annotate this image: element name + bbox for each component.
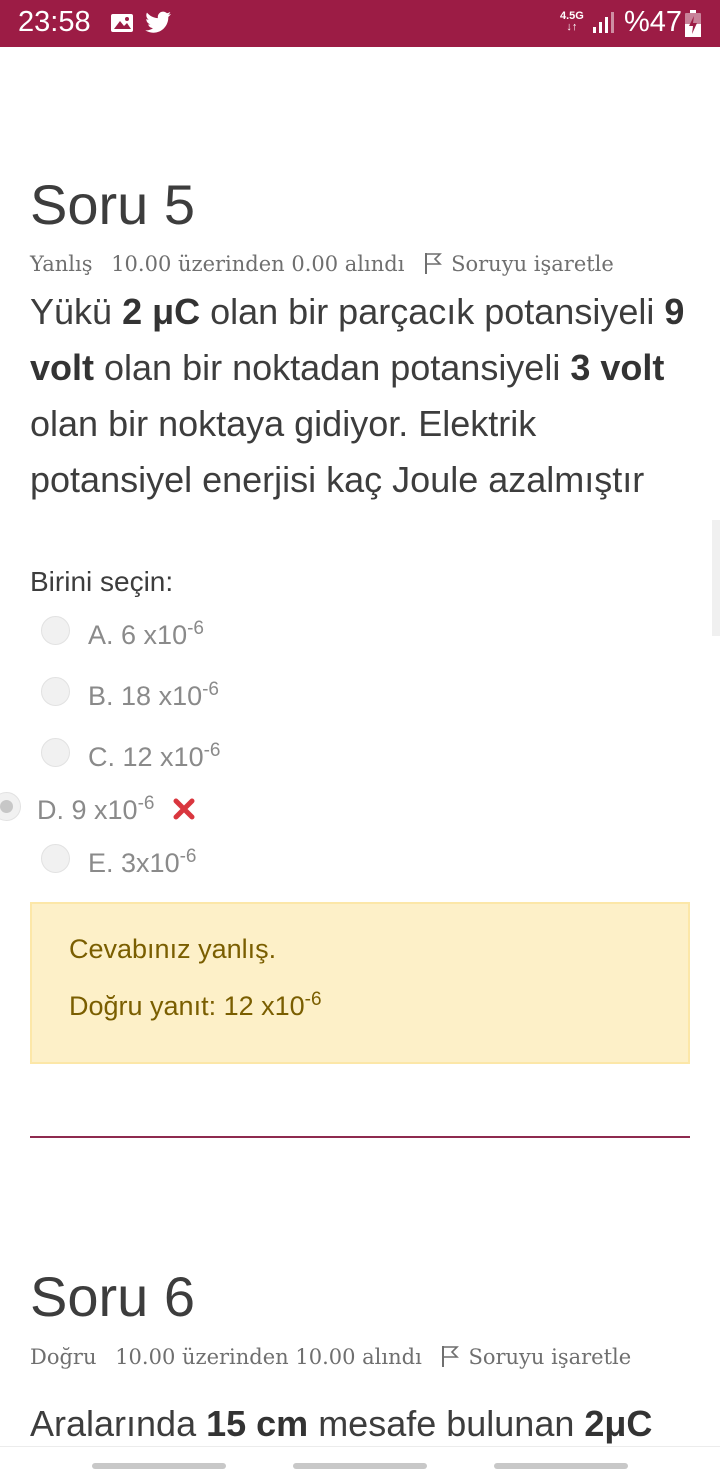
incorrect-icon bbox=[173, 798, 195, 820]
navigation-bar bbox=[0, 1446, 720, 1481]
flag-icon bbox=[425, 253, 443, 274]
question-6-title: Soru 6 bbox=[30, 1265, 195, 1328]
twitter-icon bbox=[145, 11, 171, 33]
option-c-radio[interactable] bbox=[41, 738, 70, 767]
flag-question-label: Soruyu işaretle bbox=[451, 252, 614, 276]
question-5-title: Soru 5 bbox=[30, 173, 195, 236]
feedback-box: Cevabınız yanlış. Doğru yanıt: 12 x10-6 bbox=[30, 902, 690, 1064]
nav-recents-button[interactable] bbox=[92, 1463, 226, 1469]
nav-home-button[interactable] bbox=[293, 1463, 427, 1469]
question-5-info: Yanlış 10.00 üzerinden 0.00 alındı Soruy… bbox=[30, 251, 638, 276]
flag-question-link-6[interactable]: Soruyu işaretle bbox=[440, 1345, 643, 1369]
question-6-status: Doğru bbox=[30, 1345, 97, 1369]
image-icon bbox=[111, 14, 133, 32]
battery-icon bbox=[685, 10, 701, 37]
option-b-radio[interactable] bbox=[41, 677, 70, 706]
correct-answer: Doğru yanıt: 12 x10-6 bbox=[69, 989, 322, 1021]
status-bar: 23:58 4.5G ↓↑ %47 bbox=[0, 0, 720, 47]
scrollbar[interactable] bbox=[712, 520, 720, 636]
flag-icon bbox=[442, 1346, 460, 1367]
answer-prompt: Birini seçin: bbox=[30, 566, 174, 597]
feedback-result: Cevabınız yanlış. bbox=[69, 934, 277, 964]
network-indicator: 4.5G ↓↑ bbox=[560, 10, 584, 33]
option-c-label[interactable]: C. 12 x10-6 bbox=[88, 740, 221, 773]
option-d-radio[interactable] bbox=[0, 792, 21, 821]
question-divider bbox=[30, 1136, 690, 1138]
status-time: 23:58 bbox=[18, 6, 91, 38]
option-a-label[interactable]: A. 6 x10-6 bbox=[88, 618, 204, 651]
nav-back-button[interactable] bbox=[494, 1463, 628, 1469]
option-e-label[interactable]: E. 3x10-6 bbox=[88, 846, 197, 879]
question-6-text: Aralarında 15 cm mesafe bulunan 2μC bbox=[30, 1403, 653, 1444]
option-d-label[interactable]: D. 9 x10-6 bbox=[37, 793, 154, 826]
question-6-score: 10.00 üzerinden 10.00 alındı bbox=[115, 1345, 422, 1369]
battery-percent: %47 bbox=[624, 6, 683, 38]
option-e-radio[interactable] bbox=[41, 844, 70, 873]
question-5-status: Yanlış bbox=[30, 252, 93, 276]
question-5-text: Yükü 2 μC olan bir parçacık potansiyeli … bbox=[30, 291, 685, 500]
question-6-info: Doğru 10.00 üzerinden 10.00 alındı Soruy… bbox=[30, 1344, 655, 1369]
signal-icon bbox=[593, 12, 614, 33]
flag-question-link[interactable]: Soruyu işaretle bbox=[423, 252, 626, 276]
question-5-score: 10.00 üzerinden 0.00 alındı bbox=[111, 252, 405, 276]
option-a-radio[interactable] bbox=[41, 616, 70, 645]
flag-question-label: Soruyu işaretle bbox=[468, 1345, 632, 1369]
option-b-label[interactable]: B. 18 x10-6 bbox=[88, 679, 219, 712]
